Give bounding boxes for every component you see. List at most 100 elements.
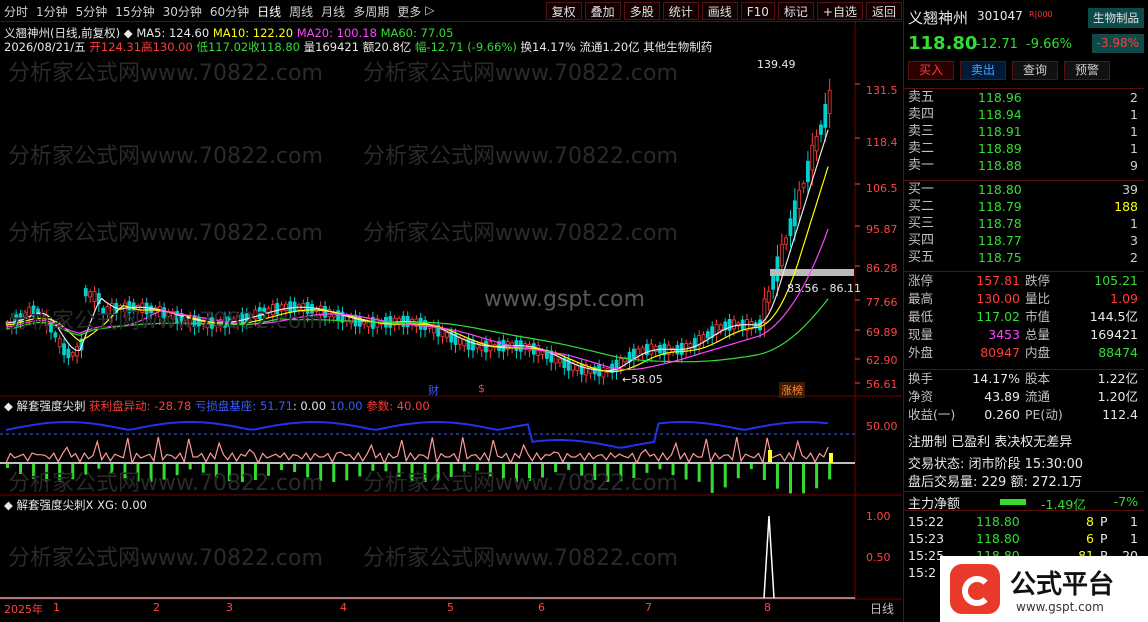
sector-badge[interactable]: 生物制品 bbox=[1088, 8, 1144, 28]
mark-button[interactable]: 标记 bbox=[777, 2, 814, 20]
ask-row[interactable]: 卖五 118.96 2 bbox=[904, 89, 1144, 106]
candle-body bbox=[719, 324, 723, 331]
ask-volume: 2 bbox=[1130, 90, 1138, 105]
ask-volume: 1 bbox=[1130, 124, 1138, 139]
candle-body bbox=[101, 307, 106, 315]
candle-body bbox=[310, 304, 314, 314]
buy-button[interactable]: 买入 bbox=[908, 61, 954, 80]
date-axis-label: 1 bbox=[53, 601, 60, 614]
indicator-histogram-bar bbox=[280, 464, 284, 471]
tick-time: 15:23 bbox=[908, 531, 945, 546]
indicator-histogram-bar bbox=[514, 464, 518, 482]
ask-row[interactable]: 卖四 118.94 1 bbox=[904, 106, 1144, 123]
indicator-toggle-icon[interactable]: ◆ bbox=[4, 399, 13, 413]
indicator-histogram-bar bbox=[710, 464, 714, 493]
dollar-mark[interactable]: $ bbox=[478, 382, 485, 395]
back-button[interactable]: 返回 bbox=[865, 2, 902, 20]
tab-5min[interactable]: 5分钟 bbox=[76, 3, 108, 20]
indicator-histogram-bar bbox=[802, 464, 806, 494]
indicator-histogram-bar bbox=[162, 464, 166, 480]
date-axis-label: 4 bbox=[340, 601, 347, 614]
tab-monthly[interactable]: 月线 bbox=[321, 3, 345, 20]
tick-side: P bbox=[1100, 514, 1108, 529]
adjust-button[interactable]: 复权 bbox=[545, 2, 582, 20]
ask-row[interactable]: 卖三 118.91 1 bbox=[904, 123, 1144, 140]
indicator-histogram-bar bbox=[345, 464, 349, 481]
alert-button[interactable]: 预警 bbox=[1064, 61, 1110, 80]
indicator-toggle-icon[interactable]: ◆ bbox=[4, 498, 13, 512]
indicator-histogram-bar bbox=[475, 464, 479, 471]
indicator1-profit: 获利盘异动: -28.78 bbox=[89, 399, 192, 413]
tab-1min[interactable]: 1分钟 bbox=[36, 3, 68, 20]
bar-low: 低117.02 bbox=[196, 40, 249, 54]
indicator-histogram-bar bbox=[371, 464, 375, 471]
low-price-label: ←58.05 bbox=[622, 373, 663, 386]
tab-30min[interactable]: 30分钟 bbox=[163, 3, 202, 20]
bid-book: 买一 118.80 39 买二 118.79 188 买三 118.78 1 买四 118.77 3 买… bbox=[904, 180, 1144, 266]
price-axis-label: 62.90 bbox=[866, 354, 898, 367]
ma60-value: MA60: 77.05 bbox=[380, 26, 454, 40]
candle-body bbox=[323, 306, 327, 318]
candle-body bbox=[22, 311, 27, 318]
ask-row[interactable]: 卖一 118.88 9 bbox=[904, 157, 1144, 174]
ask-row[interactable]: 卖二 118.89 1 bbox=[904, 140, 1144, 157]
stat-row: 净资 43.89 流通 1.20亿 bbox=[904, 388, 1144, 406]
candle-body bbox=[823, 103, 828, 128]
limit-up-mark[interactable]: 涨榜 bbox=[779, 382, 805, 398]
tab-fenshi[interactable]: 分时 bbox=[4, 3, 28, 20]
query-button[interactable]: 查询 bbox=[1012, 61, 1058, 80]
bar-turnover: 换14.17% bbox=[520, 40, 576, 54]
ask-book: 卖五 118.96 2 卖四 118.94 1 卖三 118.91 1 卖二 118.89 1 卖一 11… bbox=[904, 88, 1144, 174]
kline-chart[interactable] bbox=[0, 22, 902, 622]
high-price-label: 139.49 bbox=[757, 58, 796, 71]
tab-60min[interactable]: 60分钟 bbox=[210, 3, 249, 20]
tab-15min[interactable]: 15分钟 bbox=[115, 3, 154, 20]
tab-weekly[interactable]: 周线 bbox=[289, 3, 313, 20]
tick-time: 15:25 bbox=[908, 548, 945, 563]
bid-row[interactable]: 买四 118.77 3 bbox=[904, 232, 1144, 249]
bid-price: 118.80 bbox=[978, 182, 1022, 197]
indicator-histogram-bar bbox=[671, 464, 675, 476]
bid-price: 118.78 bbox=[978, 216, 1022, 231]
overlay-button[interactable]: 叠加 bbox=[584, 2, 621, 20]
price-axis-label: 56.61 bbox=[866, 378, 898, 391]
tab-multi-period[interactable]: 多周期 bbox=[353, 3, 389, 20]
indicator-spike bbox=[829, 453, 833, 463]
multi-stock-button[interactable]: 多股 bbox=[623, 2, 660, 20]
add-watchlist-button[interactable]: +自选 bbox=[816, 2, 863, 20]
more-arrow-icon[interactable]: ▷ bbox=[425, 3, 434, 20]
bid-row[interactable]: 买五 118.75 2 bbox=[904, 249, 1144, 266]
finance-mark[interactable]: 财 bbox=[428, 382, 439, 398]
sell-button[interactable]: 卖出 bbox=[960, 61, 1006, 80]
indicator1-header: ◆ 解套强度尖刺 获利盘异动: -28.78 亏损盘基座: 51.71: 0.0… bbox=[4, 398, 430, 414]
indicator-histogram-bar bbox=[684, 464, 688, 480]
stat-value: 130.00 bbox=[976, 291, 1020, 306]
bid-volume: 2 bbox=[1130, 250, 1138, 265]
period-tabs: 分时 1分钟 5分钟 15分钟 30分钟 60分钟 日线 周线 月线 多周期 更… bbox=[4, 3, 442, 20]
stat-label: 股本 bbox=[1025, 371, 1051, 386]
candle-body bbox=[123, 302, 127, 312]
stock-code: 301047 bbox=[977, 9, 1023, 23]
candle-body bbox=[484, 340, 488, 353]
statistics-button[interactable]: 统计 bbox=[662, 2, 699, 20]
ohlc-line: 2026/08/21/五 开124.31高130.00 低117.02收118.… bbox=[4, 39, 712, 55]
bid-price: 118.75 bbox=[978, 250, 1022, 265]
tab-more[interactable]: 更多 bbox=[397, 3, 421, 20]
candle-body bbox=[236, 315, 240, 324]
ma10-value: MA10: 122.20 bbox=[212, 26, 294, 40]
ma-toggle-icon[interactable]: ◆ bbox=[124, 26, 133, 40]
bid-row[interactable]: 买二 118.79 188 bbox=[904, 198, 1144, 215]
f10-button[interactable]: F10 bbox=[740, 2, 775, 20]
xg-signal-spike bbox=[763, 515, 775, 599]
period-footer[interactable]: 日线 bbox=[862, 600, 902, 617]
stat-label: 流通 bbox=[1025, 389, 1051, 404]
stat-value: 43.89 bbox=[984, 389, 1020, 404]
indicator-histogram-bar bbox=[97, 464, 101, 469]
draw-line-button[interactable]: 画线 bbox=[701, 2, 738, 20]
candle-body bbox=[618, 358, 623, 368]
indicator-histogram-bar bbox=[6, 464, 9, 468]
tab-daily[interactable]: 日线 bbox=[257, 3, 281, 20]
indicator-histogram-bar bbox=[123, 464, 127, 479]
bid-row[interactable]: 买一 118.80 39 bbox=[904, 181, 1144, 198]
bid-row[interactable]: 买三 118.78 1 bbox=[904, 215, 1144, 232]
